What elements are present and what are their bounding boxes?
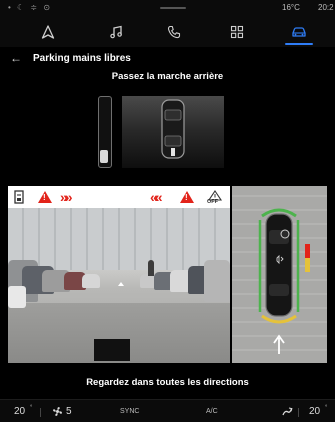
status-icons: • ☾ ≑ ⊙ xyxy=(8,3,53,12)
camera-overlay-panel xyxy=(94,339,130,361)
nav-vehicle[interactable] xyxy=(278,17,320,47)
phone-icon xyxy=(167,25,181,39)
parked-cars-left xyxy=(8,256,100,308)
rear-camera-view xyxy=(8,208,230,363)
pedestrian xyxy=(148,260,154,276)
left-warning-icon: ! xyxy=(38,191,52,203)
center-marker-icon xyxy=(118,282,124,286)
left-temp-decimal: ° xyxy=(30,405,33,411)
nav-bar xyxy=(0,17,335,47)
door-open-icon[interactable] xyxy=(14,190,24,204)
seat-fan-icon[interactable] xyxy=(52,406,63,417)
left-temperature[interactable]: 20 xyxy=(14,406,25,417)
fan-level[interactable]: 5 xyxy=(66,406,72,417)
screen-header: ← Parking mains libres xyxy=(0,47,335,71)
right-temp-decimal: ° xyxy=(325,405,328,411)
off-label: OFF xyxy=(207,199,218,205)
music-note-icon xyxy=(110,25,122,39)
page-title: Parking mains libres xyxy=(33,53,131,64)
gear-indicator-reverse xyxy=(100,150,108,163)
apps-grid-icon xyxy=(230,25,244,39)
car-icon xyxy=(292,27,306,37)
airflow-icon[interactable] xyxy=(281,406,293,417)
nav-music[interactable] xyxy=(95,17,137,47)
drag-handle[interactable] xyxy=(160,7,186,9)
right-warning-icon: ! xyxy=(180,191,194,203)
right-temperature[interactable]: 20 xyxy=(309,406,320,417)
divider xyxy=(40,408,41,417)
nav-navigation[interactable] xyxy=(27,17,69,47)
car-top-icon xyxy=(161,99,185,159)
sensor-off-button[interactable]: OFF xyxy=(205,188,225,206)
car-rear-illustration xyxy=(122,96,224,168)
outside-temperature: 16°C xyxy=(282,3,300,12)
nav-apps[interactable] xyxy=(216,17,258,47)
camera-warning-strip: ! »» «« ! OFF xyxy=(8,186,230,208)
reverse-gear-instruction: Passez la marche arrière xyxy=(111,71,224,82)
right-chevrons: «« xyxy=(150,189,162,205)
ac-button[interactable]: A/C xyxy=(206,408,218,415)
climate-bar: 20 ° 5 SYNC A/C 20 ° xyxy=(0,399,335,422)
top-view-car-icon xyxy=(258,208,310,354)
divider xyxy=(298,408,299,417)
bird-eye-view xyxy=(232,186,327,363)
look-around-message: Regardez dans toutes les directions xyxy=(86,377,249,388)
sync-button[interactable]: SYNC xyxy=(120,408,139,415)
back-arrow-icon[interactable]: ← xyxy=(10,51,22,65)
left-chevrons: »» xyxy=(60,189,72,205)
nav-phone[interactable] xyxy=(153,17,195,47)
status-bar: • ☾ ≑ ⊙ 16°C 20:2 xyxy=(0,0,335,17)
navigation-arrow-icon xyxy=(41,25,55,39)
clock: 20:2 xyxy=(318,3,334,12)
